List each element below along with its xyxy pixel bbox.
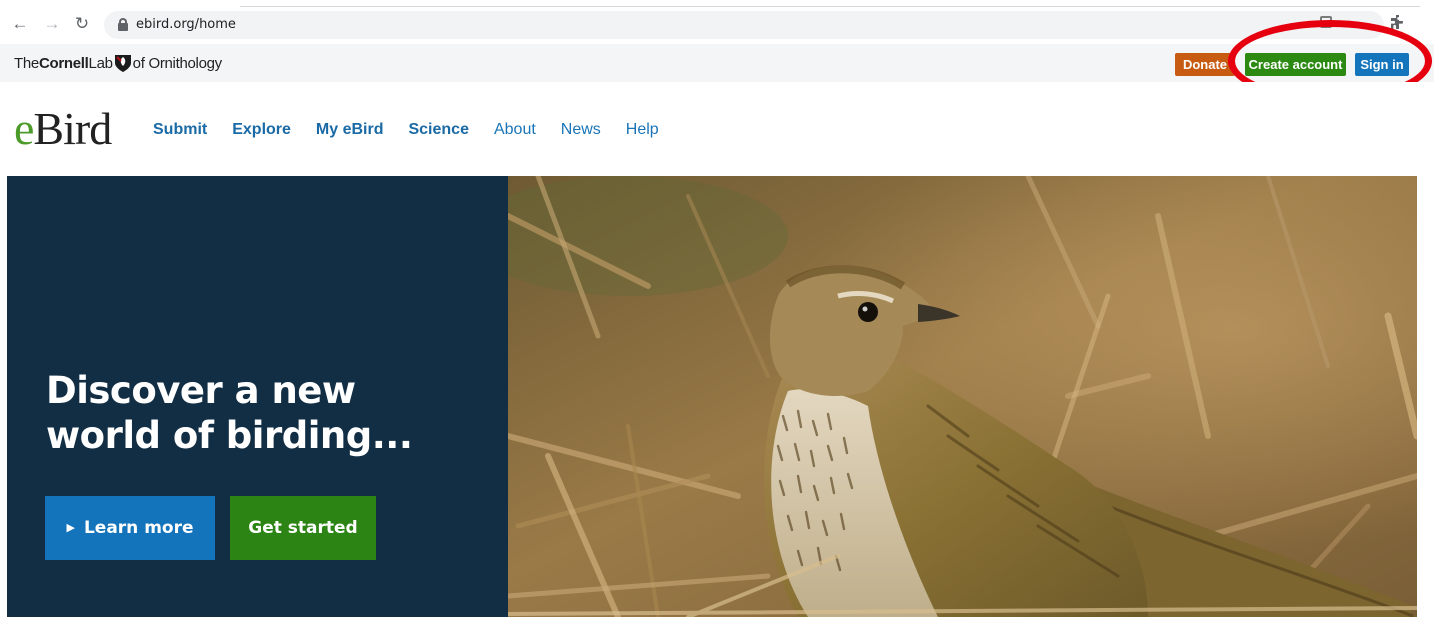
tab-search-icon[interactable]	[1320, 16, 1332, 28]
main-nav: Submit Explore My eBird Science About Ne…	[153, 120, 684, 140]
browser-toolbar: ← → ↻ ebird.org/home	[0, 0, 1434, 44]
nav-help[interactable]: Help	[626, 120, 659, 140]
address-bar[interactable]: ebird.org/home	[104, 11, 1384, 39]
donate-button[interactable]: Donate	[1175, 53, 1235, 76]
ebird-logo[interactable]: eBird	[14, 106, 112, 152]
hero-panel: Discover a new world of birding... ▶ Lear…	[7, 176, 508, 617]
lock-icon	[118, 18, 128, 31]
nav-about[interactable]: About	[494, 120, 536, 140]
sign-in-button[interactable]: Sign in	[1355, 53, 1409, 76]
reload-icon[interactable]: ↻	[72, 14, 92, 34]
hero-bird-photo	[508, 176, 1417, 617]
back-arrow-icon[interactable]: ←	[10, 14, 30, 34]
create-account-button[interactable]: Create account	[1245, 53, 1346, 76]
url-text: ebird.org/home	[136, 17, 236, 32]
get-started-button[interactable]: Get started	[230, 496, 376, 560]
learn-more-button[interactable]: ▶ Learn more	[45, 496, 215, 560]
nav-my-ebird[interactable]: My eBird	[316, 120, 384, 140]
page: ← → ↻ ebird.org/home The Cornell Lab of …	[0, 0, 1434, 617]
site-header: eBird Submit Explore My eBird Science Ab…	[0, 82, 1434, 176]
nav-science[interactable]: Science	[408, 120, 468, 140]
extensions-puzzle-icon[interactable]	[1390, 14, 1406, 30]
forward-arrow-icon[interactable]: →	[42, 14, 62, 34]
cornell-lab-emblem-icon	[114, 54, 131, 73]
cornell-lab-logo[interactable]: The Cornell Lab of Ornithology	[14, 53, 222, 73]
hero-title: Discover a new world of birding...	[46, 369, 413, 457]
play-icon: ▶	[66, 521, 75, 534]
tab-strip-divider	[240, 6, 1420, 7]
nav-explore[interactable]: Explore	[232, 120, 291, 140]
nav-submit[interactable]: Submit	[153, 120, 207, 140]
nav-news[interactable]: News	[561, 120, 601, 140]
